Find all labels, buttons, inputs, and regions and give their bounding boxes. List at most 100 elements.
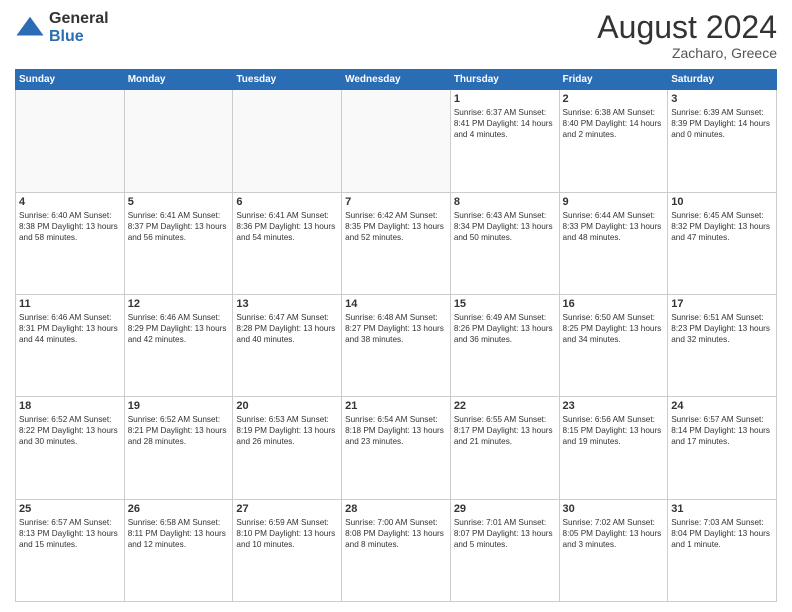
day-info: Sunrise: 6:44 AM Sunset: 8:33 PM Dayligh… — [563, 210, 665, 243]
day-info: Sunrise: 6:48 AM Sunset: 8:27 PM Dayligh… — [345, 312, 447, 345]
calendar-day-cell — [16, 90, 125, 192]
calendar-day-cell: 29Sunrise: 7:01 AM Sunset: 8:07 PM Dayli… — [450, 499, 559, 601]
calendar-day-cell: 2 Sunrise: 6:38 AM Sunset: 8:40 PM Daylig… — [559, 90, 668, 192]
day-info: Sunrise: 6:51 AM Sunset: 8:23 PM Dayligh… — [671, 312, 773, 345]
day-info: Sunrise: 6:39 AM Sunset: 8:39 PM Dayligh… — [671, 107, 773, 140]
day-number: 28 — [345, 503, 447, 515]
weekday-header: Saturday — [668, 70, 777, 90]
calendar-day-cell: 28 Sunrise: 7:00 AM Sunset: 8:08 PM Dayli… — [342, 499, 451, 601]
day-info: Sunrise: 6:58 AM Sunset: 8:11 PM Dayligh… — [128, 517, 230, 550]
day-number: 4 — [19, 196, 121, 208]
day-info: Sunrise: 6:53 AM Sunset: 8:19 PM Dayligh… — [236, 414, 338, 447]
calendar-day-cell: 22 Sunrise: 6:55 AM Sunset: 8:17 PM Dayli… — [450, 397, 559, 499]
calendar-day-cell — [342, 90, 451, 192]
calendar-day-cell: 21 Sunrise: 6:54 AM Sunset: 8:18 PM Dayli… — [342, 397, 451, 499]
day-number: 24 — [671, 400, 773, 412]
calendar-day-cell: 23 Sunrise: 6:56 AM Sunset: 8:15 PM Dayli… — [559, 397, 668, 499]
day-info: Sunrise: 6:52 AM Sunset: 8:21 PM Dayligh… — [128, 414, 230, 447]
logo-icon — [15, 13, 45, 43]
day-info: Sunrise: 6:45 AM Sunset: 8:32 PM Dayligh… — [671, 210, 773, 243]
day-info: Sunrise: 6:38 AM Sunset: 8:40 PM Dayligh… — [563, 107, 665, 140]
day-number: 23 — [563, 400, 665, 412]
calendar-day-cell: 15Sunrise: 6:49 AM Sunset: 8:26 PM Dayli… — [450, 294, 559, 396]
calendar-week-row: 1Sunrise: 6:37 AM Sunset: 8:41 PM Daylig… — [16, 90, 777, 192]
day-info: Sunrise: 6:57 AM Sunset: 8:13 PM Dayligh… — [19, 517, 121, 550]
calendar-day-cell: 27Sunrise: 6:59 AM Sunset: 8:10 PM Dayli… — [233, 499, 342, 601]
day-info: Sunrise: 7:00 AM Sunset: 8:08 PM Dayligh… — [345, 517, 447, 550]
day-number: 2 — [563, 93, 665, 105]
weekday-header: Sunday — [16, 70, 125, 90]
day-info: Sunrise: 6:47 AM Sunset: 8:28 PM Dayligh… — [236, 312, 338, 345]
page: General Blue August 2024 Zacharo, Greece… — [0, 0, 792, 612]
calendar-day-cell: 13 Sunrise: 6:47 AM Sunset: 8:28 PM Dayli… — [233, 294, 342, 396]
day-number: 25 — [19, 503, 121, 515]
calendar-day-cell: 30 Sunrise: 7:02 AM Sunset: 8:05 PM Dayli… — [559, 499, 668, 601]
calendar-day-cell: 5Sunrise: 6:41 AM Sunset: 8:37 PM Daylig… — [124, 192, 233, 294]
calendar-day-cell: 9 Sunrise: 6:44 AM Sunset: 8:33 PM Daylig… — [559, 192, 668, 294]
calendar-day-cell: 18Sunrise: 6:52 AM Sunset: 8:22 PM Dayli… — [16, 397, 125, 499]
calendar-week-row: 25 Sunrise: 6:57 AM Sunset: 8:13 PM Dayli… — [16, 499, 777, 601]
calendar-day-cell: 8Sunrise: 6:43 AM Sunset: 8:34 PM Daylig… — [450, 192, 559, 294]
day-number: 1 — [454, 93, 556, 105]
day-number: 10 — [671, 196, 773, 208]
day-info: Sunrise: 6:46 AM Sunset: 8:29 PM Dayligh… — [128, 312, 230, 345]
day-info: Sunrise: 6:43 AM Sunset: 8:34 PM Dayligh… — [454, 210, 556, 243]
calendar-day-cell: 26 Sunrise: 6:58 AM Sunset: 8:11 PM Dayli… — [124, 499, 233, 601]
calendar-day-cell: 19 Sunrise: 6:52 AM Sunset: 8:21 PM Dayli… — [124, 397, 233, 499]
header: General Blue August 2024 Zacharo, Greece — [15, 10, 777, 61]
weekday-header: Friday — [559, 70, 668, 90]
calendar-day-cell: 20 Sunrise: 6:53 AM Sunset: 8:19 PM Dayli… — [233, 397, 342, 499]
logo-blue-text: Blue — [49, 28, 109, 46]
day-number: 26 — [128, 503, 230, 515]
day-info: Sunrise: 6:56 AM Sunset: 8:15 PM Dayligh… — [563, 414, 665, 447]
calendar-day-cell: 14 Sunrise: 6:48 AM Sunset: 8:27 PM Dayli… — [342, 294, 451, 396]
calendar-day-cell: 11Sunrise: 6:46 AM Sunset: 8:31 PM Dayli… — [16, 294, 125, 396]
day-info: Sunrise: 6:42 AM Sunset: 8:35 PM Dayligh… — [345, 210, 447, 243]
calendar-day-cell: 24 Sunrise: 6:57 AM Sunset: 8:14 PM Dayli… — [668, 397, 777, 499]
calendar-day-cell: 1Sunrise: 6:37 AM Sunset: 8:41 PM Daylig… — [450, 90, 559, 192]
calendar-week-row: 4Sunrise: 6:40 AM Sunset: 8:38 PM Daylig… — [16, 192, 777, 294]
page-subtitle: Zacharo, Greece — [597, 45, 777, 61]
day-number: 21 — [345, 400, 447, 412]
day-info: Sunrise: 7:03 AM Sunset: 8:04 PM Dayligh… — [671, 517, 773, 550]
day-number: 30 — [563, 503, 665, 515]
day-number: 15 — [454, 298, 556, 310]
day-info: Sunrise: 6:41 AM Sunset: 8:36 PM Dayligh… — [236, 210, 338, 243]
calendar-day-cell: 10 Sunrise: 6:45 AM Sunset: 8:32 PM Dayli… — [668, 192, 777, 294]
calendar-day-cell: 12Sunrise: 6:46 AM Sunset: 8:29 PM Dayli… — [124, 294, 233, 396]
day-number: 22 — [454, 400, 556, 412]
day-info: Sunrise: 6:52 AM Sunset: 8:22 PM Dayligh… — [19, 414, 121, 447]
weekday-header: Monday — [124, 70, 233, 90]
calendar-day-cell: 3 Sunrise: 6:39 AM Sunset: 8:39 PM Daylig… — [668, 90, 777, 192]
calendar-day-cell — [124, 90, 233, 192]
day-info: Sunrise: 6:59 AM Sunset: 8:10 PM Dayligh… — [236, 517, 338, 550]
calendar-day-cell — [233, 90, 342, 192]
weekday-header: Wednesday — [342, 70, 451, 90]
day-number: 11 — [19, 298, 121, 310]
day-info: Sunrise: 6:54 AM Sunset: 8:18 PM Dayligh… — [345, 414, 447, 447]
day-number: 14 — [345, 298, 447, 310]
day-info: Sunrise: 6:57 AM Sunset: 8:14 PM Dayligh… — [671, 414, 773, 447]
day-number: 19 — [128, 400, 230, 412]
day-number: 20 — [236, 400, 338, 412]
day-number: 13 — [236, 298, 338, 310]
calendar-week-row: 18Sunrise: 6:52 AM Sunset: 8:22 PM Dayli… — [16, 397, 777, 499]
calendar-week-row: 11Sunrise: 6:46 AM Sunset: 8:31 PM Dayli… — [16, 294, 777, 396]
page-title: August 2024 — [597, 10, 777, 45]
logo-text: General Blue — [49, 10, 109, 45]
day-number: 31 — [671, 503, 773, 515]
calendar-day-cell: 4Sunrise: 6:40 AM Sunset: 8:38 PM Daylig… — [16, 192, 125, 294]
day-info: Sunrise: 6:50 AM Sunset: 8:25 PM Dayligh… — [563, 312, 665, 345]
day-number: 3 — [671, 93, 773, 105]
calendar-day-cell: 17Sunrise: 6:51 AM Sunset: 8:23 PM Dayli… — [668, 294, 777, 396]
day-number: 9 — [563, 196, 665, 208]
calendar-header-row: SundayMondayTuesdayWednesdayThursdayFrid… — [16, 70, 777, 90]
day-number: 29 — [454, 503, 556, 515]
day-info: Sunrise: 6:55 AM Sunset: 8:17 PM Dayligh… — [454, 414, 556, 447]
day-number: 5 — [128, 196, 230, 208]
day-number: 6 — [236, 196, 338, 208]
day-info: Sunrise: 7:02 AM Sunset: 8:05 PM Dayligh… — [563, 517, 665, 550]
logo: General Blue — [15, 10, 109, 45]
calendar-day-cell: 25 Sunrise: 6:57 AM Sunset: 8:13 PM Dayli… — [16, 499, 125, 601]
logo-general-text: General — [49, 10, 109, 28]
